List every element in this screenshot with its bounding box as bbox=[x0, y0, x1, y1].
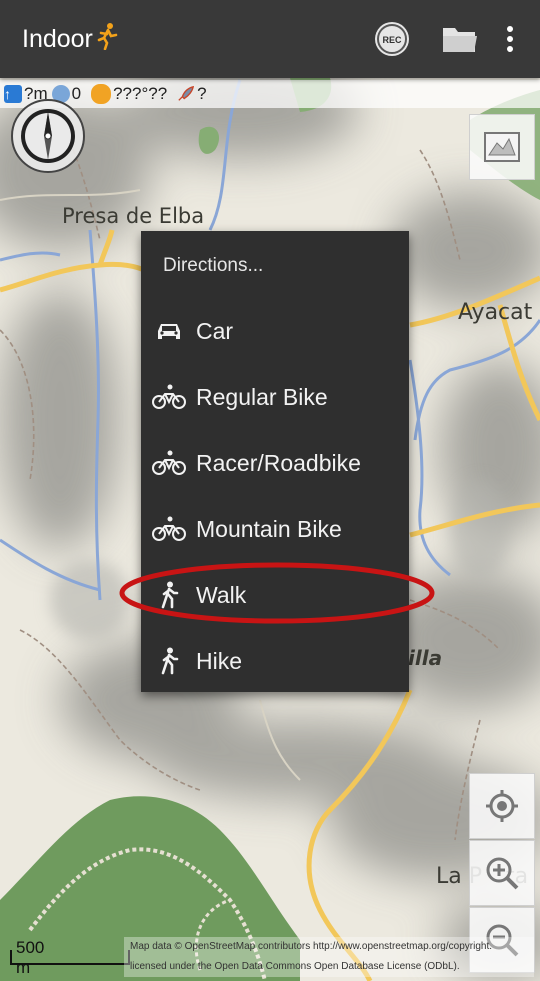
crosshair-icon bbox=[486, 790, 518, 822]
more-vertical-icon bbox=[507, 26, 513, 52]
menu-item-label: Mountain Bike bbox=[196, 515, 342, 542]
menu-item-label: Walk bbox=[196, 581, 247, 608]
car-icon bbox=[152, 320, 186, 342]
directions-menu: Directions... Car Regular Bike Racer/Roa… bbox=[141, 231, 409, 692]
compass-rose-icon bbox=[11, 99, 85, 173]
menu-item-racer-roadbike[interactable]: Racer/Roadbike bbox=[141, 433, 409, 493]
scale-label: 500 m bbox=[16, 938, 45, 977]
map-label-illa: illa bbox=[408, 646, 443, 670]
record-button[interactable]: REC bbox=[364, 11, 420, 67]
bike-icon bbox=[152, 384, 186, 410]
zoom-in-icon bbox=[486, 857, 519, 890]
menu-title: Directions... bbox=[163, 255, 264, 276]
attribution-line-1: Map data © OpenStreetMap contributors ht… bbox=[130, 941, 492, 952]
overflow-menu-button[interactable] bbox=[488, 11, 532, 67]
menu-item-walk[interactable]: Walk bbox=[141, 565, 409, 625]
running-man-icon bbox=[95, 22, 119, 56]
walk-icon bbox=[152, 581, 186, 609]
menu-item-mountain-bike[interactable]: Mountain Bike bbox=[141, 499, 409, 559]
zoom-in-button[interactable] bbox=[469, 840, 535, 906]
menu-item-label: Regular Bike bbox=[196, 383, 328, 410]
record-icon: REC bbox=[375, 22, 409, 56]
rocket-icon bbox=[177, 85, 195, 103]
folder-icon bbox=[443, 28, 477, 52]
attribution-line-2: licensed under the Open Data Commons Ope… bbox=[130, 961, 460, 972]
menu-item-label: Car bbox=[196, 317, 234, 344]
bike-icon bbox=[152, 516, 186, 542]
map-attribution: Map data © OpenStreetMap contributors ht… bbox=[124, 937, 534, 977]
heading-value: ???°?? bbox=[113, 84, 168, 103]
open-folder-button[interactable] bbox=[432, 11, 488, 67]
my-location-button[interactable] bbox=[469, 773, 535, 839]
map-label-presa: Presa de Elba bbox=[62, 204, 205, 228]
record-label: REC bbox=[382, 35, 402, 45]
map-label-ayacat: Ayacat bbox=[458, 300, 533, 325]
menu-item-label: Hike bbox=[196, 647, 243, 674]
app-title-text: Indoor bbox=[22, 24, 93, 53]
bike-icon bbox=[152, 450, 186, 476]
walk-icon bbox=[152, 647, 186, 675]
top-toolbar: Indoor REC bbox=[0, 0, 540, 78]
menu-item-car[interactable]: Car bbox=[141, 301, 409, 361]
map-layers-icon bbox=[484, 132, 520, 162]
menu-item-hike[interactable]: Hike bbox=[141, 631, 409, 691]
map-layers-button[interactable] bbox=[469, 114, 535, 180]
app-title: Indoor bbox=[22, 22, 364, 56]
speed-value: ? bbox=[197, 84, 207, 103]
speed-readout: ? bbox=[167, 84, 207, 104]
compass-widget[interactable] bbox=[6, 98, 104, 184]
menu-item-regular-bike[interactable]: Regular Bike bbox=[141, 367, 409, 427]
menu-item-label: Racer/Roadbike bbox=[196, 449, 361, 476]
